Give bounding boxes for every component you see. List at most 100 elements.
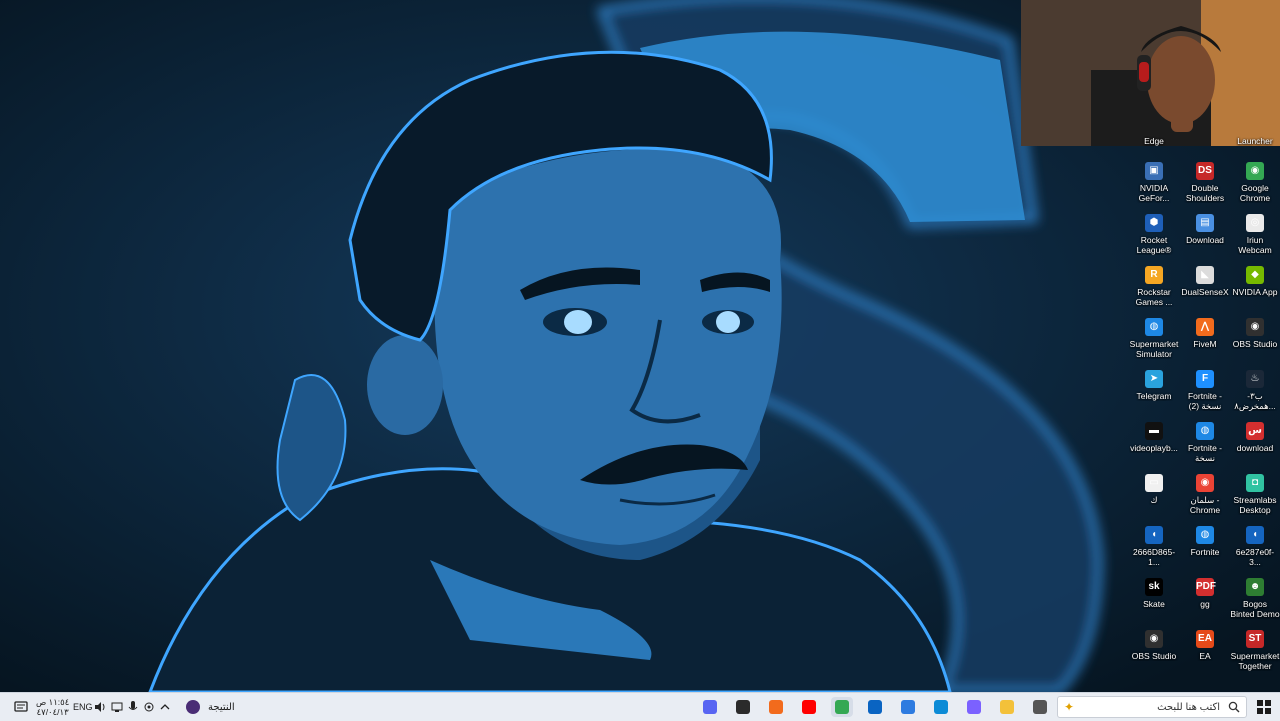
desktop-icon-label: NVIDIA App (1232, 287, 1278, 297)
notifications-button[interactable] (14, 693, 28, 721)
desktop-icon[interactable]: ◎ Iriun Webcam (1230, 214, 1280, 264)
desktop-icon-label: EA (1199, 651, 1211, 661)
desktop-icon[interactable]: ◉ Google Chrome (1230, 162, 1280, 212)
desktop-icon[interactable]: F Fortnite - نسخة (2) (1180, 370, 1230, 420)
sparkle-icon: ✦ (1064, 700, 1075, 714)
desktop-icon[interactable]: ▣ NVIDIA GeFor... (1129, 162, 1179, 212)
clock-date: ٤٧/٠٤/١٣ (36, 707, 69, 717)
language-indicator[interactable]: ENG (73, 693, 93, 721)
youtube-taskbar-button[interactable] (798, 697, 820, 717)
desktop-icon-label: Iriun Webcam (1238, 235, 1272, 255)
desktop-icon[interactable]: ☻ Bogos Binted Demo (1230, 578, 1280, 628)
desktop-icon[interactable]: PDF gg (1180, 578, 1230, 628)
desktop-icon-partial-left[interactable]: Edge (1129, 136, 1179, 150)
start-button[interactable] (1257, 693, 1271, 721)
obs-icon (736, 700, 750, 714)
app-icon: ➤ (1145, 370, 1163, 388)
task-view-taskbar-button[interactable] (1029, 697, 1051, 717)
app-icon: F (1196, 370, 1214, 388)
app-icon: ▬ (1145, 422, 1163, 440)
search-icon (1228, 701, 1240, 713)
desktop-icon-label: Fortnite - نسخة (2) (1187, 391, 1222, 411)
fivem-taskbar-button[interactable] (765, 697, 787, 717)
edge-taskbar-button[interactable] (930, 697, 952, 717)
location-icon[interactable] (143, 693, 155, 721)
network-icon[interactable] (111, 693, 123, 721)
desktop-icon[interactable]: R Rockstar Games ... (1129, 266, 1179, 316)
desktop-icon[interactable]: EA EA (1180, 630, 1230, 680)
desktop-icon[interactable]: ◣ DualSenseX (1180, 266, 1230, 316)
weather-widget[interactable]: النتيجة (186, 693, 235, 721)
show-hidden-icons-chevron-icon[interactable] (160, 693, 170, 721)
desktop-icon-label: سلمان - Chrome (1189, 495, 1221, 515)
search-placeholder: اكتب هنا للبحث (1157, 701, 1220, 713)
app-icon: ◉ (1196, 474, 1214, 492)
app-icon: ◖ (1246, 526, 1264, 544)
desktop-icon-label: ك (1150, 495, 1158, 505)
outlook-taskbar-button[interactable] (864, 697, 886, 717)
search-box[interactable]: اكتب هنا للبحث ✦ (1057, 696, 1247, 718)
app-icon: ◉ (1145, 630, 1163, 648)
desktop-icon[interactable]: ♨ ب٣-همخرض٨... (1230, 370, 1280, 420)
desktop-icon[interactable]: ◍ Supermarket Simulator (1129, 318, 1179, 368)
desktop-icon-label: gg (1200, 599, 1210, 609)
desktop-icon-partial-right[interactable]: Launcher (1230, 136, 1280, 150)
desktop-icon[interactable]: ▤ Download (1180, 214, 1230, 264)
file-explorer-taskbar-button[interactable] (996, 697, 1018, 717)
desktop-icon-label: Telegram (1136, 391, 1172, 401)
store-taskbar-button[interactable] (897, 697, 919, 717)
desktop-icon[interactable]: ▭ ك (1129, 474, 1179, 524)
desktop-icon[interactable]: ST Supermarket Together (1230, 630, 1280, 680)
desktop-icon[interactable]: ◉ سلمان - Chrome (1180, 474, 1230, 524)
desktop-icon[interactable]: DS Double Shoulders (1180, 162, 1230, 212)
app-icon: ◘ (1246, 474, 1264, 492)
desktop-icon-label: Skate (1143, 599, 1165, 609)
youtube-icon (802, 700, 816, 714)
copilot-taskbar-button[interactable] (963, 697, 985, 717)
desktop-icon[interactable]: ◘ Streamlabs Desktop (1230, 474, 1280, 524)
desktop-icon[interactable]: ◖ 2666D865-1... (1129, 526, 1179, 576)
desktop-icon[interactable]: س download (1230, 422, 1280, 472)
desktop-icon[interactable]: ◍ Fortnite (1180, 526, 1230, 576)
desktop-icon-label: Supermarket Together (1230, 651, 1280, 671)
app-icon: ST (1246, 630, 1264, 648)
desktop-icon[interactable]: ➤ Telegram (1129, 370, 1179, 420)
desktop-icon[interactable]: ◍ Fortnite - نسخة (1180, 422, 1230, 472)
volume-icon[interactable] (94, 693, 106, 721)
chrome-taskbar-button[interactable] (831, 697, 853, 717)
app-icon: DS (1196, 162, 1214, 180)
clock[interactable]: ١١:٥٤ ص ٤٧/٠٤/١٣ (36, 693, 69, 721)
desktop-icon[interactable]: ◖ 6e287e0f-3... (1230, 526, 1280, 576)
desktop-icon-label: ب٣-همخرض٨... (1234, 391, 1276, 411)
app-icon: PDF (1196, 578, 1216, 596)
desktop-icon-label: FiveM (1193, 339, 1217, 349)
desktop-icon-label: NVIDIA GeFor... (1138, 183, 1170, 203)
desktop-icon-label: download (1236, 443, 1274, 453)
desktop-icon-label: Bogos Binted Demo (1230, 599, 1280, 619)
desktop-icon[interactable]: sk Skate (1129, 578, 1179, 628)
desktop-icon[interactable]: ◆ NVIDIA App (1230, 266, 1280, 316)
desktop-icon[interactable]: ⋀ FiveM (1180, 318, 1230, 368)
desktop-icon[interactable]: ⬢ Rocket League® (1129, 214, 1179, 264)
desktop-icon[interactable]: ◉ OBS Studio (1129, 630, 1179, 680)
app-icon: ▭ (1145, 474, 1163, 492)
fivem-icon (769, 700, 783, 714)
desktop-icon[interactable]: ▬ videoplayb... (1129, 422, 1179, 472)
app-icon: ⬢ (1145, 214, 1163, 232)
notification-icon (14, 701, 28, 712)
discord-taskbar-button[interactable] (699, 697, 721, 717)
outlook-icon (868, 700, 882, 714)
desktop-icon-label: OBS Studio (1131, 651, 1177, 661)
app-icon: R (1145, 266, 1163, 284)
desktop-icon-label: Supermarket Simulator (1129, 339, 1179, 359)
app-icon: ▤ (1196, 214, 1214, 232)
obs-taskbar-button[interactable] (732, 697, 754, 717)
microphone-icon[interactable] (128, 693, 138, 721)
desktop-icon-label: Edge (1144, 136, 1164, 146)
desktop-icon[interactable]: ◉ OBS Studio (1230, 318, 1280, 368)
app-icon: ◉ (1246, 162, 1264, 180)
copilot-icon (967, 700, 981, 714)
app-icon: ♨ (1246, 370, 1264, 388)
app-icon: sk (1145, 578, 1163, 596)
desktop-icon-label: Fortnite - نسخة (1187, 443, 1222, 463)
